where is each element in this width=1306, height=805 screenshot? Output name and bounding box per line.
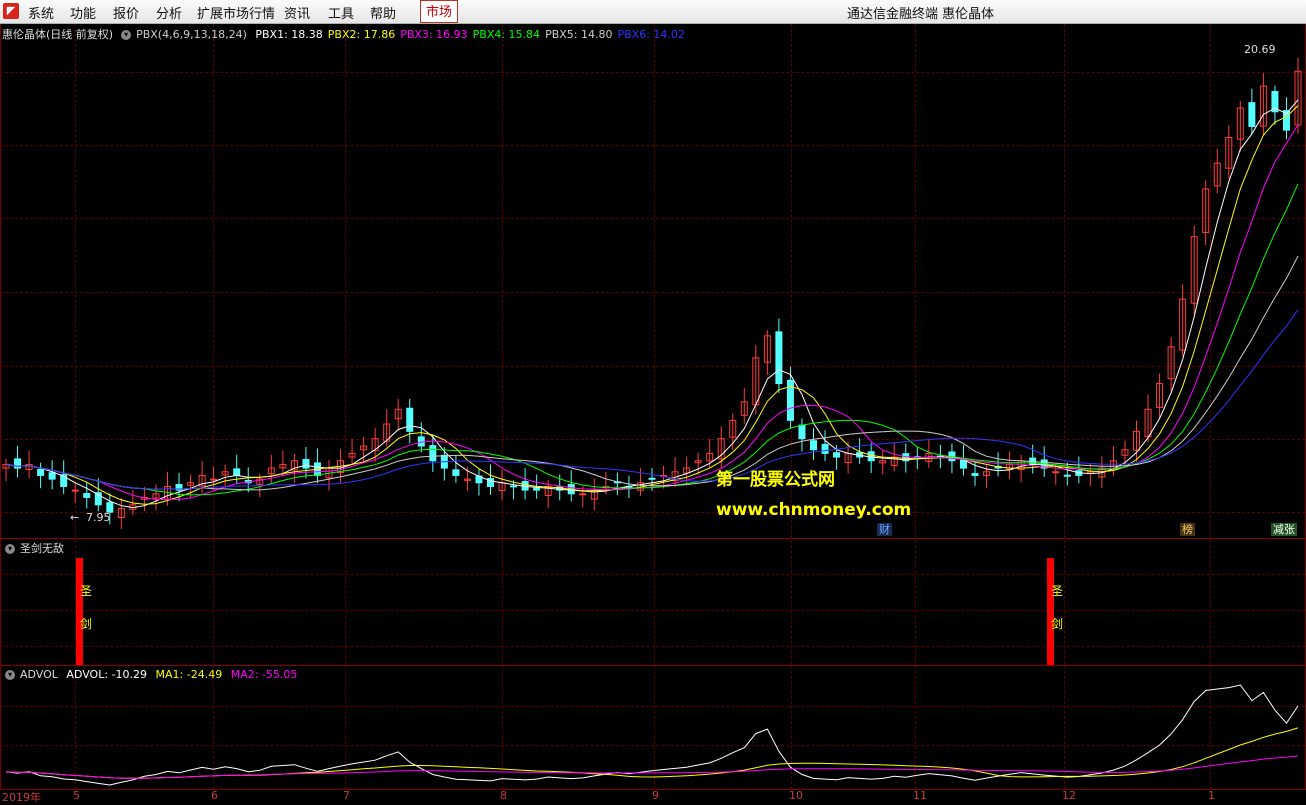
event-tag-rank[interactable]: 榜 (1180, 523, 1195, 536)
candle-body (648, 477, 656, 480)
candle-body (510, 485, 518, 488)
candle-body (798, 424, 806, 440)
pbx-line (5, 183, 1299, 496)
watermark-url: www.chnmoney.com (716, 500, 912, 520)
candle-body (233, 468, 241, 476)
low-arrow-icon: ← (70, 511, 80, 524)
menu-quote[interactable]: 报价 (113, 3, 139, 22)
pbx-line (5, 99, 1299, 509)
pbx-line (5, 124, 1299, 500)
grid-line (0, 610, 1305, 611)
event-tag-finance[interactable]: 财 (877, 523, 892, 536)
signal-char: 圣 (80, 584, 93, 598)
candle-body (533, 487, 541, 491)
menu-function[interactable]: 功能 (70, 3, 96, 22)
x-axis-label: 9 (652, 789, 659, 802)
candle-body (406, 407, 414, 432)
low-price-label: 7.95 (86, 511, 111, 524)
high-price-label: 20.69 (1244, 43, 1276, 56)
sword-legend: ▾ 圣剑无敌 (2, 540, 69, 556)
sword-title: 圣剑无敌 (20, 542, 64, 555)
x-axis-label: 7 (343, 789, 350, 802)
x-axis-label: 11 (913, 789, 927, 802)
candle-body (429, 445, 437, 462)
menu-news[interactable]: 资讯 (284, 3, 310, 22)
x-axis-label: 10 (789, 789, 803, 802)
grid-line (0, 646, 1305, 647)
candle-body (1063, 474, 1071, 477)
candle-body (83, 493, 91, 498)
candle-body (1052, 471, 1060, 474)
x-axis-label: 6 (211, 789, 218, 802)
menubar: ◤ 系统 功能 报价 分析 扩展市场行情 资讯 工具 帮助 市场 通达信金融终端… (0, 0, 1306, 24)
grid-line (0, 574, 1305, 575)
pbx-line (5, 309, 1299, 490)
menu-help[interactable]: 帮助 (370, 3, 396, 22)
advol-ma2-line (5, 755, 1299, 779)
pbx-line (5, 105, 1299, 505)
candle-body (971, 473, 979, 476)
signal-char: 剑 (80, 617, 93, 631)
x-axis-label: 1 (1208, 789, 1215, 802)
candle-body (302, 459, 310, 469)
menu-system[interactable]: 系统 (28, 3, 54, 22)
sword-signal-bar (1047, 558, 1054, 665)
candle-body (1248, 102, 1256, 127)
collapse-icon[interactable]: ▾ (5, 544, 15, 554)
x-axis-label: 5 (73, 789, 80, 802)
candle-body (71, 489, 79, 492)
panel-divider (0, 538, 1306, 539)
candle-body (210, 478, 218, 481)
x-axis-label: 8 (500, 789, 507, 802)
window-title: 通达信金融终端 惠伦晶体 (847, 7, 995, 22)
pbx-line (5, 255, 1299, 491)
candlestick-chart (2, 57, 1302, 530)
menu-tools[interactable]: 工具 (328, 3, 354, 22)
panel-divider (0, 665, 1306, 666)
event-tag-reduce[interactable]: 减张 (1271, 523, 1297, 536)
signal-char: 圣 (1051, 584, 1064, 598)
candle-body (37, 469, 45, 476)
candle-body (775, 331, 783, 385)
candle-body (48, 472, 56, 480)
advol-chart (5, 684, 1299, 786)
x-axis-label: 12 (1062, 789, 1076, 802)
advol-line (5, 684, 1299, 786)
watermark-title: 第一股票公式网 (716, 470, 835, 490)
candle-body (14, 458, 22, 469)
candle-body (833, 452, 841, 458)
sword-signal-bar (76, 558, 83, 665)
menu-analysis[interactable]: 分析 (156, 3, 182, 22)
candle-body (810, 440, 817, 451)
candle-body (867, 451, 875, 462)
candle-body (579, 493, 587, 496)
signal-char: 剑 (1051, 617, 1064, 631)
candle-body (452, 469, 460, 476)
app-logo-icon[interactable]: ◤ (3, 3, 19, 19)
menu-market[interactable]: 市场 (420, 0, 459, 23)
menu-extended-market[interactable]: 扩展市场行情 (197, 3, 275, 22)
candle-body (821, 443, 829, 454)
